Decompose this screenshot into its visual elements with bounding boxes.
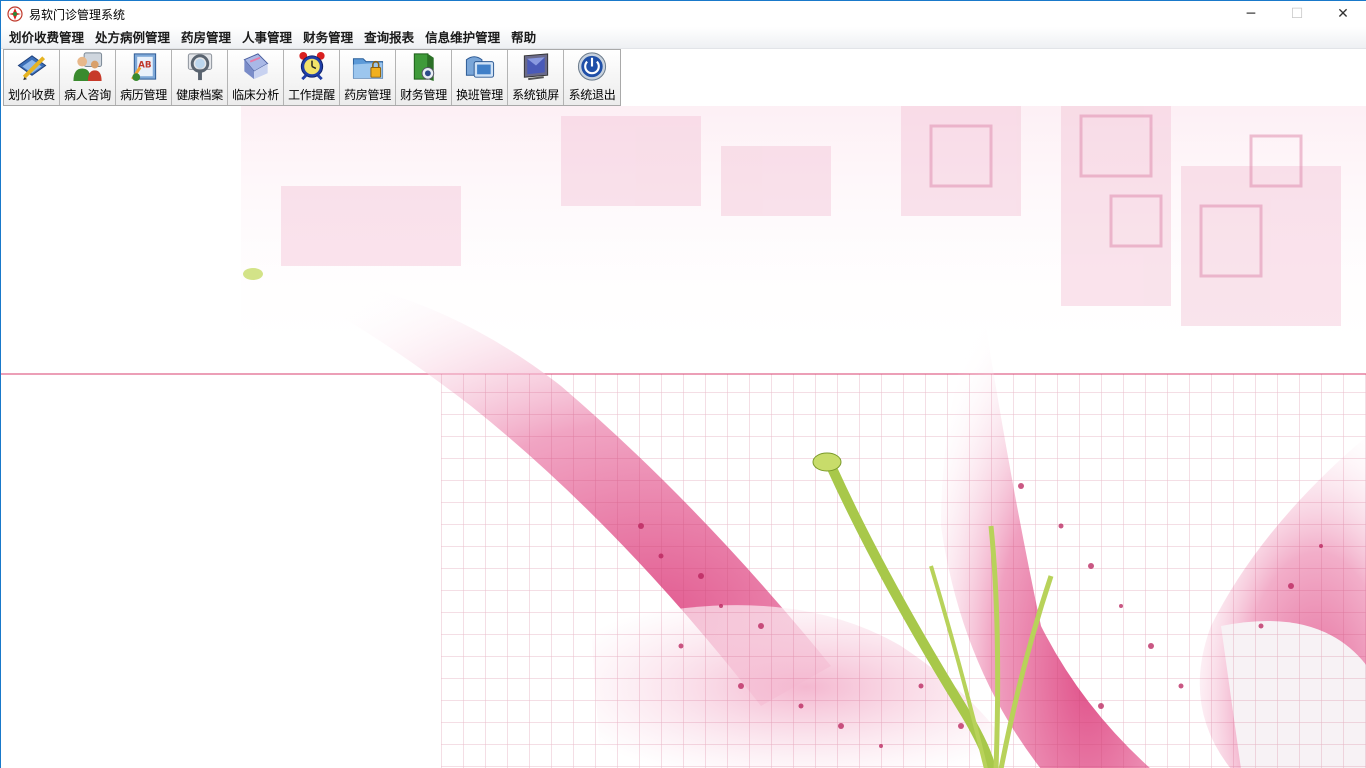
clinical-analysis-button[interactable]: 临床分析 <box>228 50 284 105</box>
work-reminder-button[interactable]: 工作提醒 <box>284 50 340 105</box>
health-file-button[interactable]: 健康档案 <box>172 50 228 105</box>
alarm-clock-icon <box>298 51 325 81</box>
system-exit-label: 系统退出 <box>568 88 616 102</box>
toolbar: 划价收费 病人咨询 AB 病历管理 健康档案 临床分析 工作提醒 药房管理 财务… <box>3 49 621 106</box>
shift-change-label: 换班管理 <box>456 88 503 102</box>
pharmacy-folder-icon <box>352 58 383 79</box>
window-controls: ─ ☐ ✕ <box>1228 1 1366 27</box>
lock-screen-button[interactable]: 系统锁屏 <box>508 50 564 105</box>
menu-prescription[interactable]: 处方病例管理 <box>91 27 177 49</box>
pricing-icon <box>17 55 46 81</box>
menu-help[interactable]: 帮助 <box>507 27 543 49</box>
menu-info-maintenance[interactable]: 信息维护管理 <box>421 27 507 49</box>
pharmacy-button[interactable]: 药房管理 <box>340 50 396 105</box>
health-file-label: 健康档案 <box>176 88 223 102</box>
pricing-button[interactable]: 划价收费 <box>4 50 60 105</box>
window-title: 易软门诊管理系统 <box>29 7 126 22</box>
medical-record-icon: AB <box>130 53 156 82</box>
finance-icon <box>413 53 434 82</box>
lock-screen-icon <box>523 53 548 81</box>
medical-record-label: 病历管理 <box>120 88 167 102</box>
power-icon <box>577 52 607 81</box>
clinical-analysis-label: 临床分析 <box>232 88 279 102</box>
patient-consult-label: 病人咨询 <box>64 88 111 102</box>
app-logo-icon[interactable] <box>7 6 23 22</box>
menu-pharmacy[interactable]: 药房管理 <box>177 27 238 49</box>
patient-consult-button[interactable]: 病人咨询 <box>60 50 116 105</box>
close-button[interactable]: ✕ <box>1320 1 1366 27</box>
app-window: 易软门诊管理系统 ─ ☐ ✕ 划价收费管理 处方病例管理 药房管理 人事管理 财… <box>0 0 1366 768</box>
menu-personnel[interactable]: 人事管理 <box>238 27 299 49</box>
maximize-button[interactable]: ☐ <box>1274 1 1320 27</box>
menu-finance[interactable]: 财务管理 <box>299 27 360 49</box>
finance-label: 财务管理 <box>400 88 447 102</box>
pharmacy-label: 药房管理 <box>344 88 391 102</box>
shift-change-icon <box>465 56 494 78</box>
pricing-label: 划价收费 <box>8 88 55 102</box>
menu-bar: 划价收费管理 处方病例管理 药房管理 人事管理 财务管理 查询报表 信息维护管理… <box>1 27 1366 49</box>
finance-button[interactable]: 财务管理 <box>396 50 452 105</box>
medical-record-button[interactable]: AB 病历管理 <box>116 50 172 105</box>
health-file-icon <box>187 53 212 81</box>
menu-reports[interactable]: 查询报表 <box>360 27 421 49</box>
clinical-analysis-icon <box>243 53 268 80</box>
lock-screen-label: 系统锁屏 <box>512 88 559 102</box>
patient-consult-icon <box>72 52 102 82</box>
title-bar: 易软门诊管理系统 ─ ☐ ✕ <box>1 1 1366 27</box>
lily-illustration <box>1 106 1366 768</box>
menu-pricing[interactable]: 划价收费管理 <box>5 27 91 49</box>
work-reminder-label: 工作提醒 <box>288 88 335 102</box>
minimize-button[interactable]: ─ <box>1228 1 1274 27</box>
system-exit-button[interactable]: 系统退出 <box>564 50 620 105</box>
shift-change-button[interactable]: 换班管理 <box>452 50 508 105</box>
background-art <box>1 106 1366 768</box>
